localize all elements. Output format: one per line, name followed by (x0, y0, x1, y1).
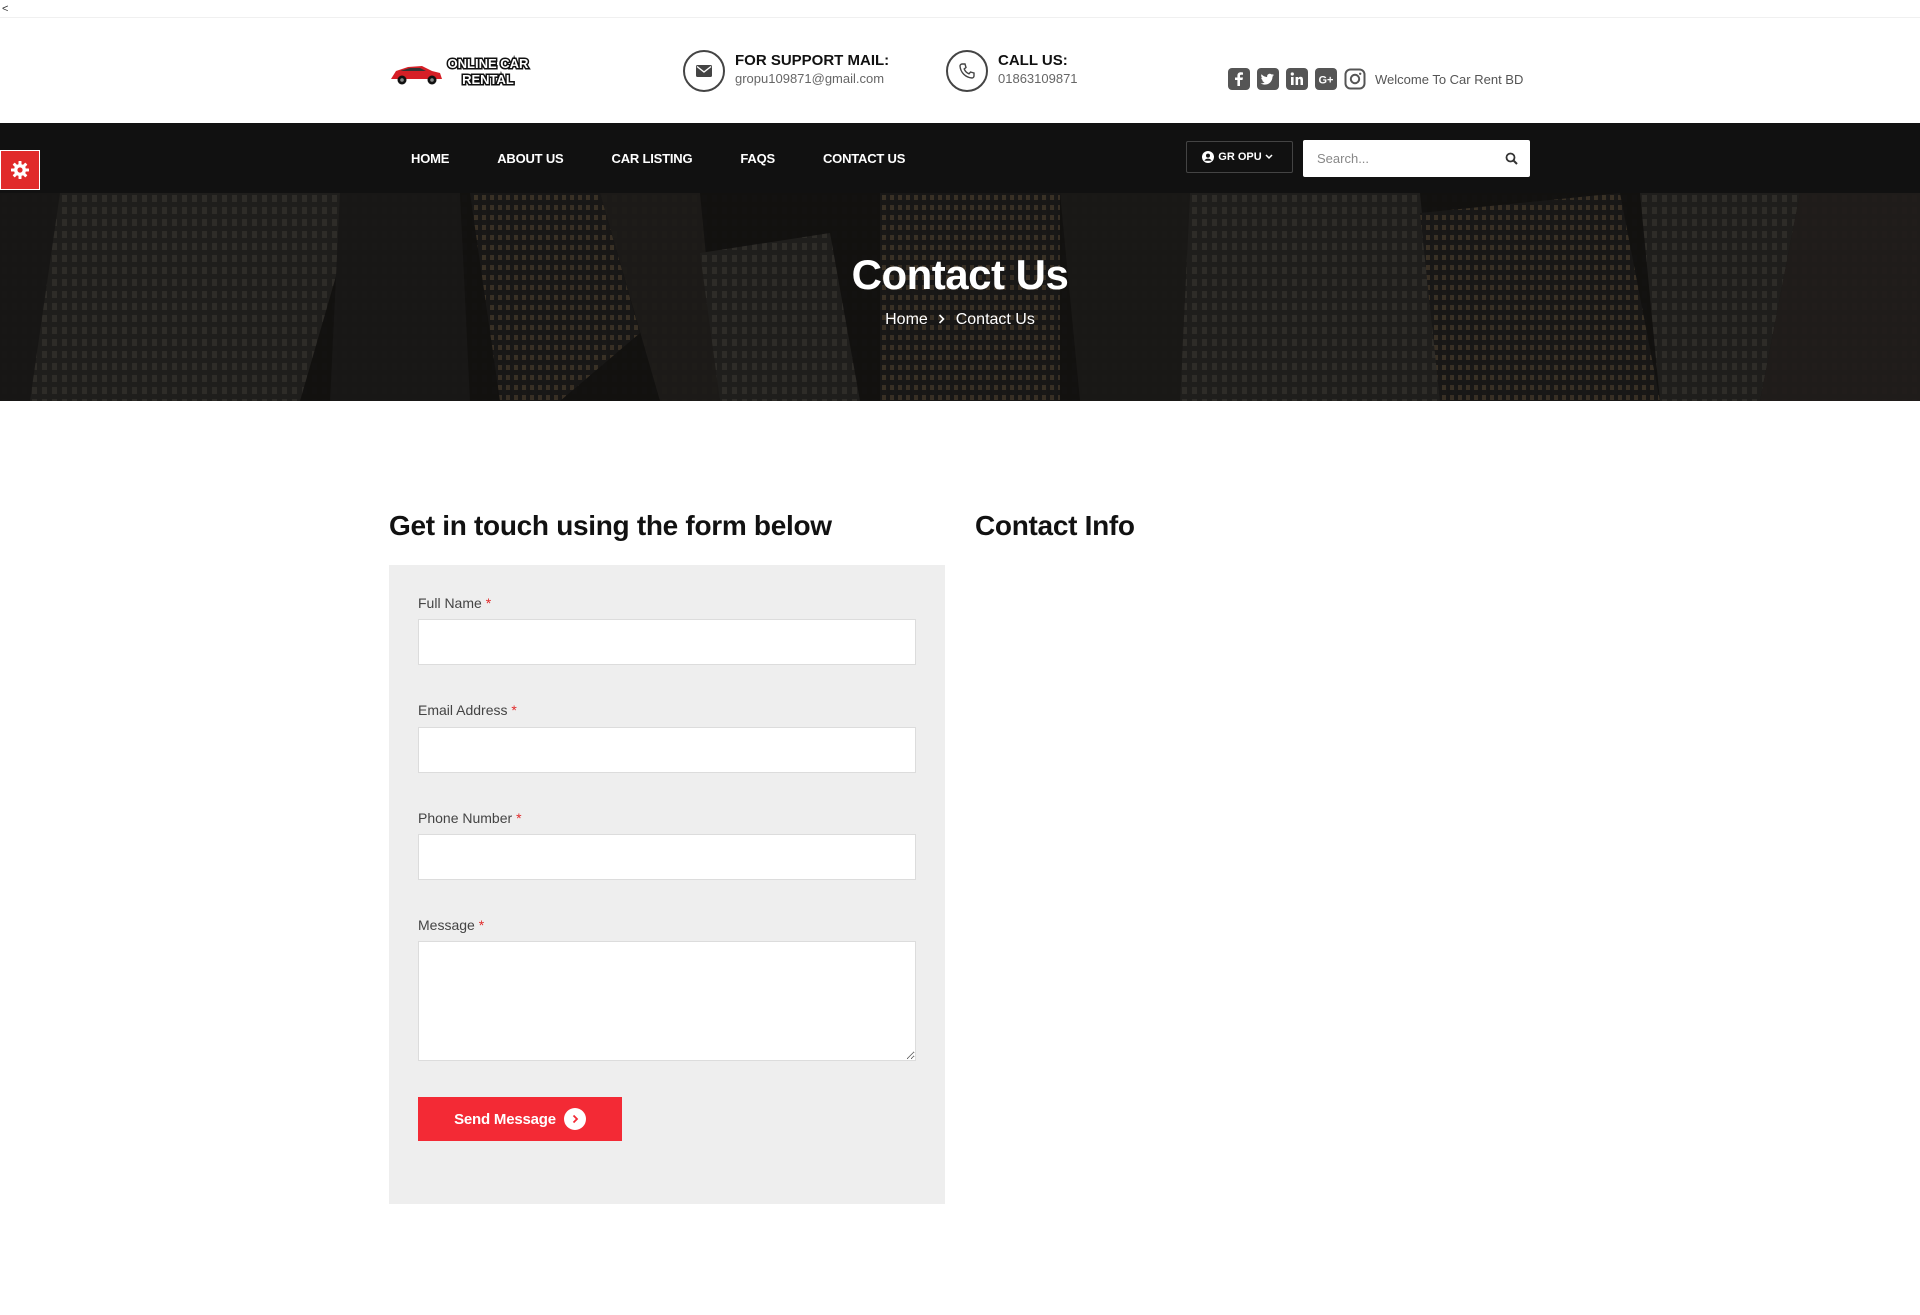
linkedin-icon[interactable] (1286, 68, 1308, 90)
support-mail-label: FOR SUPPORT MAIL: (735, 52, 890, 69)
contact-info-title: Contact Info (975, 510, 1135, 541)
site-logo[interactable]: ONLINE CAR RENTAL (388, 53, 538, 91)
nav-item-home[interactable]: HOME (387, 151, 473, 166)
svg-text:G+: G+ (1319, 75, 1334, 87)
send-message-button[interactable]: Send Message (418, 1097, 622, 1141)
breadcrumb: Home Contact Us (0, 311, 1920, 329)
settings-toggle[interactable] (0, 150, 40, 190)
nav-item-contact-us[interactable]: CONTACT US (799, 151, 929, 166)
user-menu-button[interactable]: GR OPU (1186, 141, 1293, 173)
full-name-label: Full Name * (418, 595, 492, 611)
svg-text:RENTAL: RENTAL (462, 72, 514, 87)
back-link[interactable]: < (2, 2, 8, 16)
user-circle-icon (1202, 151, 1215, 163)
arrow-right-circle-icon (563, 1108, 586, 1130)
email-label: Email Address * (418, 702, 517, 718)
form-title: Get in touch using the form below (389, 510, 832, 541)
user-name: GR OPU (1218, 151, 1262, 163)
chevron-right-icon (938, 311, 945, 329)
phone-field[interactable] (418, 834, 916, 880)
instagram-icon[interactable] (1344, 68, 1366, 90)
message-field[interactable] (418, 941, 916, 1061)
call-us-label: CALL US: (998, 52, 1068, 69)
breadcrumb-home[interactable]: Home (885, 311, 928, 328)
site-header: ONLINE CAR RENTAL FOR SUPPORT MAIL: grop… (0, 18, 1920, 123)
breadcrumb-current: Contact Us (955, 311, 1035, 328)
phone-icon (946, 50, 988, 92)
call-us: CALL US: 01863109871 (946, 50, 1078, 92)
main-nav: HOME ABOUT US CAR LISTING FAQS CONTACT U… (0, 123, 1920, 193)
send-message-label: Send Message (454, 1110, 556, 1128)
twitter-icon[interactable] (1257, 68, 1279, 90)
page-title: Contact Us (851, 251, 1069, 298)
search-box (1303, 140, 1530, 177)
page-banner: Contact Us Home Contact Us (0, 193, 1920, 401)
contact-form: Full Name * Email Address * Phone Number… (389, 565, 945, 1204)
support-mail-value[interactable]: gropu109871@gmail.com (735, 70, 889, 88)
email-field[interactable] (418, 727, 916, 773)
search-input[interactable] (1303, 140, 1488, 177)
chevron-down-icon (1265, 154, 1273, 160)
gear-icon (11, 161, 29, 179)
google-plus-icon[interactable]: G+ (1315, 68, 1337, 90)
support-mail: FOR SUPPORT MAIL: gropu109871@gmail.com (683, 50, 889, 92)
search-icon[interactable] (1505, 152, 1518, 170)
nav-item-faqs[interactable]: FAQS (716, 151, 799, 166)
nav-item-car-listing[interactable]: CAR LISTING (588, 151, 717, 166)
full-name-field[interactable] (418, 619, 916, 665)
phone-label: Phone Number * (418, 810, 522, 826)
envelope-icon (683, 50, 725, 92)
social-links: G+ Welcome To Car Rent BD (1228, 68, 1523, 90)
facebook-icon[interactable] (1228, 68, 1250, 90)
nav-item-about-us[interactable]: ABOUT US (473, 151, 587, 166)
message-label: Message * (418, 917, 485, 933)
call-us-value[interactable]: 01863109871 (998, 70, 1078, 88)
svg-text:ONLINE CAR: ONLINE CAR (448, 56, 530, 71)
welcome-text: Welcome To Car Rent BD (1375, 71, 1524, 87)
